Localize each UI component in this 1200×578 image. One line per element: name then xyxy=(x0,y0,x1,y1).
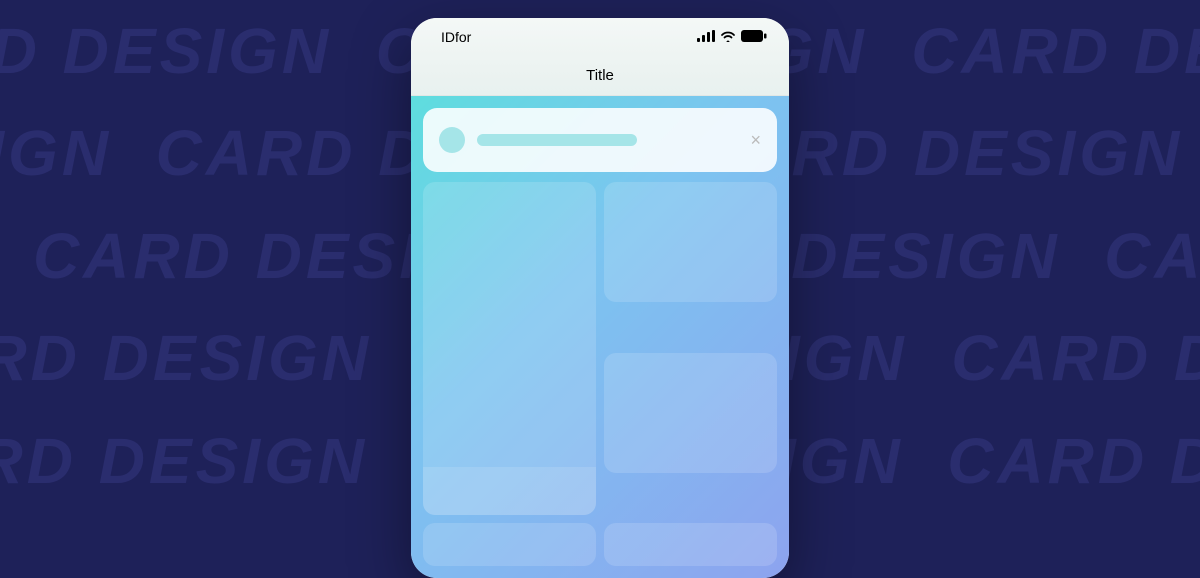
page-title: Title xyxy=(586,67,614,84)
battery-icon xyxy=(741,29,767,45)
cellular-icon xyxy=(697,29,715,45)
close-icon[interactable]: × xyxy=(750,131,761,149)
tile-footer xyxy=(423,467,596,515)
device-mockup: IDfor xyxy=(411,18,789,578)
grid-tile-left[interactable] xyxy=(423,182,596,515)
wifi-icon xyxy=(720,29,736,45)
title-bar: Title xyxy=(411,56,789,96)
grid-tile-bottom-left[interactable] xyxy=(423,523,596,566)
grid-tile-right-top[interactable] xyxy=(604,182,777,302)
notification-card[interactable]: × xyxy=(423,108,777,172)
status-icons xyxy=(697,29,767,45)
notification-avatar xyxy=(439,127,465,153)
grid-tile-bottom-right[interactable] xyxy=(604,523,777,566)
status-bar: IDfor xyxy=(411,18,789,56)
carrier-label: IDfor xyxy=(441,29,471,45)
content-area: × xyxy=(411,96,789,578)
grid-tile-right-bottom[interactable] xyxy=(604,353,777,473)
card-grid xyxy=(423,182,777,566)
notification-text-placeholder xyxy=(477,134,637,146)
